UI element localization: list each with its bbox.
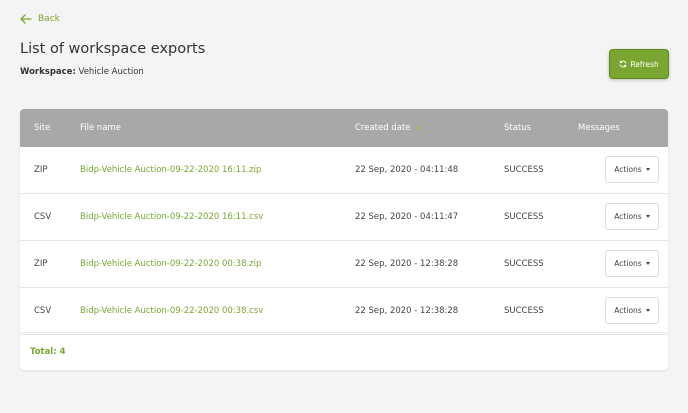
- workspace-name: Vehicle Auction: [78, 67, 144, 77]
- table-row: ZIP Bidp-Vehicle Auction-09-22-2020 00:3…: [20, 241, 668, 288]
- site-cell: ZIP: [34, 165, 48, 175]
- column-header-status: Status: [504, 123, 532, 133]
- caret-down-icon: [645, 309, 650, 312]
- workspace-info: Workspace: Vehicle Auction: [20, 67, 144, 77]
- site-cell: ZIP: [34, 259, 48, 269]
- file-name-link[interactable]: Bidp-Vehicle Auction-09-22-2020 00:38.cs…: [80, 306, 263, 316]
- status-cell: SUCCESS: [504, 259, 544, 269]
- caret-down-icon: [645, 168, 650, 171]
- column-header-created-date[interactable]: Created date: [355, 123, 419, 133]
- actions-label: Actions: [614, 165, 642, 174]
- actions-dropdown-button[interactable]: Actions: [605, 250, 659, 277]
- back-link[interactable]: Back: [20, 14, 60, 24]
- status-cell: SUCCESS: [504, 212, 544, 222]
- created-date-cell: 22 Sep, 2020 - 12:38:28: [355, 306, 459, 316]
- actions-dropdown-button[interactable]: Actions: [605, 156, 659, 183]
- actions-label: Actions: [614, 259, 642, 268]
- column-header-messages: Messages: [578, 123, 620, 133]
- actions-dropdown-button[interactable]: Actions: [605, 203, 659, 230]
- exports-table-card: Site File name Created date Status Messa…: [20, 109, 668, 370]
- back-label: Back: [38, 14, 60, 24]
- footer-divider: [20, 332, 668, 333]
- status-cell: SUCCESS: [504, 165, 544, 175]
- file-name-link[interactable]: Bidp-Vehicle Auction-09-22-2020 00:38.zi…: [80, 259, 261, 269]
- caret-down-icon: [645, 215, 650, 218]
- site-cell: CSV: [34, 212, 52, 222]
- total-count: Total: 4: [30, 347, 66, 357]
- column-header-site: Site: [34, 123, 51, 133]
- actions-label: Actions: [614, 212, 642, 221]
- refresh-icon: [620, 60, 627, 68]
- table-row: CSV Bidp-Vehicle Auction-09-22-2020 00:3…: [20, 288, 668, 335]
- actions-label: Actions: [614, 306, 642, 315]
- created-date-cell: 22 Sep, 2020 - 04:11:48: [355, 165, 459, 175]
- refresh-button[interactable]: Refresh: [609, 49, 669, 79]
- column-header-file-name: File name: [80, 123, 122, 133]
- table-row: CSV Bidp-Vehicle Auction-09-22-2020 16:1…: [20, 194, 668, 241]
- created-date-label: Created date: [355, 123, 411, 133]
- page-title: List of workspace exports: [20, 41, 206, 57]
- table-header: Site File name Created date Status Messa…: [20, 109, 668, 147]
- created-date-cell: 22 Sep, 2020 - 04:11:47: [355, 212, 459, 222]
- refresh-label: Refresh: [630, 59, 659, 69]
- status-cell: SUCCESS: [504, 306, 544, 316]
- file-name-link[interactable]: Bidp-Vehicle Auction-09-22-2020 16:11.cs…: [80, 212, 263, 222]
- caret-down-icon: [645, 262, 650, 265]
- table-row: ZIP Bidp-Vehicle Auction-09-22-2020 16:1…: [20, 147, 668, 194]
- site-cell: CSV: [34, 306, 52, 316]
- arrow-left-icon: [20, 14, 32, 24]
- sort-ascending-icon: [414, 126, 419, 129]
- file-name-link[interactable]: Bidp-Vehicle Auction-09-22-2020 16:11.zi…: [80, 165, 261, 175]
- workspace-label: Workspace:: [20, 67, 76, 77]
- actions-dropdown-button[interactable]: Actions: [605, 297, 659, 324]
- created-date-cell: 22 Sep, 2020 - 12:38:28: [355, 259, 459, 269]
- table-body: ZIP Bidp-Vehicle Auction-09-22-2020 16:1…: [20, 147, 668, 335]
